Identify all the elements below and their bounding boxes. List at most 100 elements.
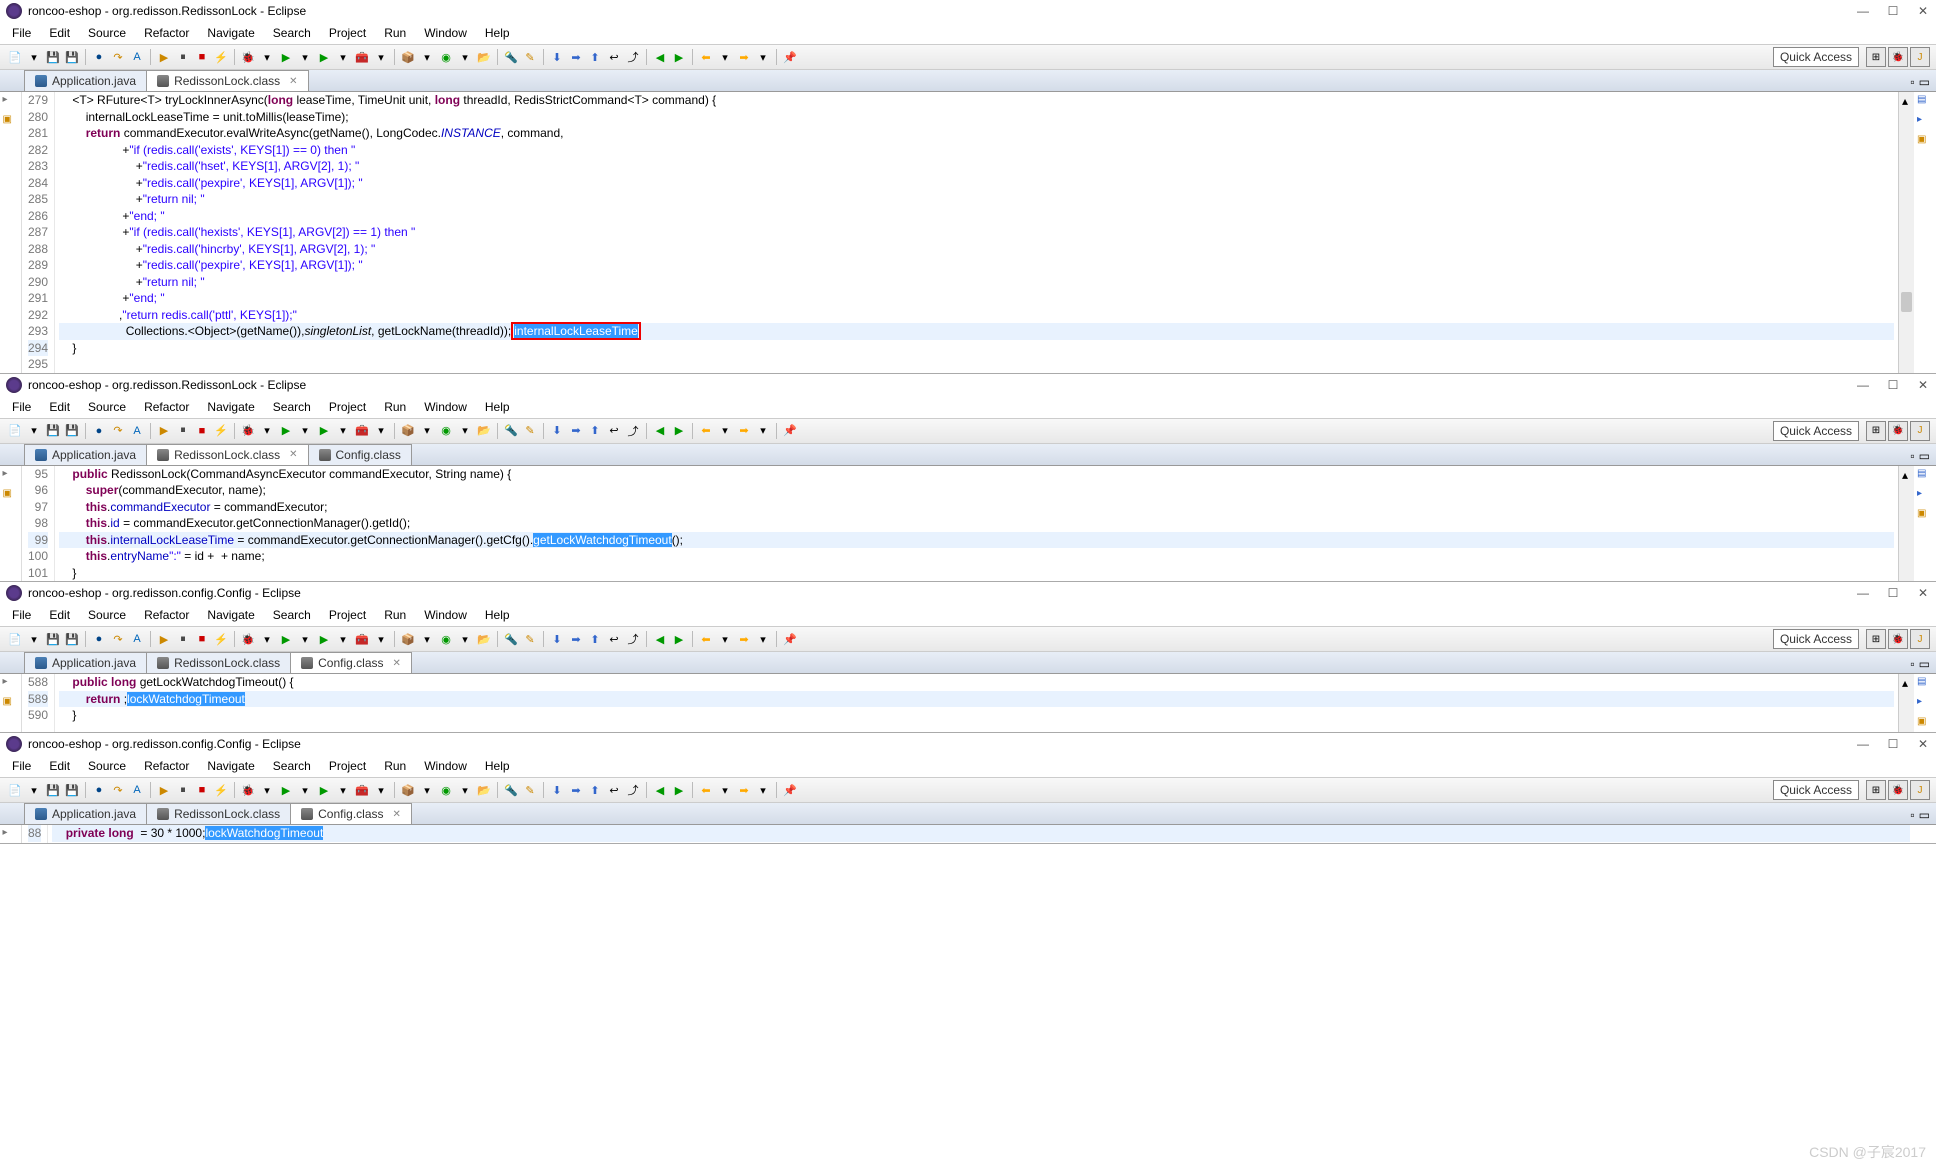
step-icon[interactable]: ⬆ [586,781,604,799]
step-icon[interactable]: ⤴ [624,422,642,440]
scrollbar[interactable]: ▴ [1898,674,1914,732]
forward-icon[interactable]: ➡ [735,781,753,799]
breakpoint-icon[interactable]: ● [90,422,108,440]
quick-access[interactable]: Quick Access [1773,421,1859,441]
save-icon[interactable]: 💾 [44,630,62,648]
override-icon[interactable]: ▣ [3,696,19,712]
menu-refactor[interactable]: Refactor [136,757,197,775]
dropdown-icon[interactable]: ▾ [418,422,436,440]
step-icon[interactable]: ⤴ [624,630,642,648]
close-icon[interactable]: ✕ [393,809,401,820]
step-icon[interactable]: ➡ [567,781,585,799]
menu-run[interactable]: Run [376,606,414,624]
tab-application[interactable]: Application.java [24,444,147,465]
task-icon[interactable]: ▸ [1917,696,1933,712]
dropdown-icon[interactable]: ▾ [296,630,314,648]
new-class-icon[interactable]: ◉ [437,422,455,440]
new-package-icon[interactable]: 📦 [399,630,417,648]
coverage-icon[interactable]: ▶ [315,422,333,440]
search-icon[interactable]: 🔦 [502,48,520,66]
step-icon[interactable]: ↩ [605,630,623,648]
menu-edit[interactable]: Edit [41,606,78,624]
ext-tools-icon[interactable]: 🧰 [353,48,371,66]
menu-source[interactable]: Source [80,757,134,775]
nav-next-icon[interactable]: ▶ [670,48,688,66]
minimize-view-icon[interactable]: ▫ [1910,449,1914,463]
menu-refactor[interactable]: Refactor [136,606,197,624]
tab-redissonlock[interactable]: RedissonLock.class✕ [146,70,308,91]
titlebar[interactable]: roncoo-eshop - org.redisson.config.Confi… [0,582,1936,604]
dropdown-icon[interactable]: ▾ [258,48,276,66]
nav-next-icon[interactable]: ▶ [670,781,688,799]
menu-window[interactable]: Window [416,24,475,42]
new-icon[interactable]: 📄 [6,781,24,799]
menu-edit[interactable]: Edit [41,398,78,416]
step-icon[interactable]: ⬇ [548,781,566,799]
java-perspective-icon[interactable]: J [1910,780,1930,800]
dropdown-icon[interactable]: ▾ [25,781,43,799]
terminate-icon[interactable]: ■ [193,48,211,66]
coverage-icon[interactable]: ▶ [315,630,333,648]
menu-source[interactable]: Source [80,398,134,416]
scrollbar[interactable]: ▴ [1898,92,1914,373]
new-class-icon[interactable]: ◉ [437,781,455,799]
dropdown-icon[interactable]: ▾ [372,781,390,799]
outline-icon[interactable]: ▤ [1917,676,1933,692]
dropdown-icon[interactable]: ▾ [296,781,314,799]
open-perspective-icon[interactable]: ⊞ [1866,780,1886,800]
dropdown-icon[interactable]: ▾ [456,48,474,66]
nav-prev-icon[interactable]: ◀ [651,422,669,440]
tab-config[interactable]: Config.class✕ [290,652,412,673]
dropdown-icon[interactable]: ▾ [754,48,772,66]
dropdown-icon[interactable]: ▾ [754,422,772,440]
minimize-view-icon[interactable]: ▫ [1910,657,1914,671]
step-icon[interactable]: ↩ [605,48,623,66]
minimize-view-icon[interactable]: ▫ [1910,808,1914,822]
suspend-icon[interactable]: ⏸ [174,48,192,66]
search-icon[interactable]: 🔦 [502,630,520,648]
terminate-icon[interactable]: ■ [193,422,211,440]
nav-next-icon[interactable]: ▶ [670,630,688,648]
close-button[interactable]: ✕ [1916,737,1930,751]
minimize-button[interactable]: — [1856,737,1870,751]
menu-file[interactable]: File [4,398,39,416]
new-class-icon[interactable]: ◉ [437,48,455,66]
step-icon[interactable]: ➡ [567,422,585,440]
titlebar[interactable]: roncoo-eshop - org.redisson.RedissonLock… [0,0,1936,22]
skip-icon[interactable]: ↷ [109,48,127,66]
tab-config[interactable]: Config.class✕ [290,803,412,824]
menu-window[interactable]: Window [416,398,475,416]
step-icon[interactable]: ➡ [567,48,585,66]
scroll-up-icon[interactable]: ▴ [1902,468,1908,482]
dropdown-icon[interactable]: ▾ [716,781,734,799]
save-all-icon[interactable]: 💾 [63,422,81,440]
type-icon[interactable]: A [128,422,146,440]
toggle-icon[interactable]: ✎ [521,48,539,66]
run-icon[interactable]: ▶ [277,422,295,440]
menu-run[interactable]: Run [376,757,414,775]
step-icon[interactable]: ⬆ [586,422,604,440]
disconnect-icon[interactable]: ⚡ [212,48,230,66]
menu-refactor[interactable]: Refactor [136,398,197,416]
tab-redissonlock[interactable]: RedissonLock.class✕ [146,444,308,465]
suspend-icon[interactable]: ⏸ [174,781,192,799]
nav-prev-icon[interactable]: ◀ [651,48,669,66]
editor[interactable]: ▸ ▣ 279280281282283284285286287288289290… [0,92,1936,373]
step-icon[interactable]: ⬇ [548,48,566,66]
type-icon[interactable]: A [128,781,146,799]
search-icon[interactable]: 🔦 [502,422,520,440]
minimize-button[interactable]: — [1856,4,1870,18]
toggle-icon[interactable]: ✎ [521,422,539,440]
ext-tools-icon[interactable]: 🧰 [353,630,371,648]
dropdown-icon[interactable]: ▾ [754,781,772,799]
breakpoint-toggle-icon[interactable]: ▸ [3,827,19,843]
open-type-icon[interactable]: 📂 [475,48,493,66]
pin-icon[interactable]: 📌 [781,422,799,440]
debug-icon[interactable]: 🐞 [239,48,257,66]
scrollbar[interactable]: ▴ [1898,466,1914,582]
menu-navigate[interactable]: Navigate [199,398,262,416]
quick-access[interactable]: Quick Access [1773,629,1859,649]
minimize-view-icon[interactable]: ▫ [1910,75,1914,89]
dropdown-icon[interactable]: ▾ [258,422,276,440]
maximize-button[interactable]: ☐ [1886,378,1900,392]
